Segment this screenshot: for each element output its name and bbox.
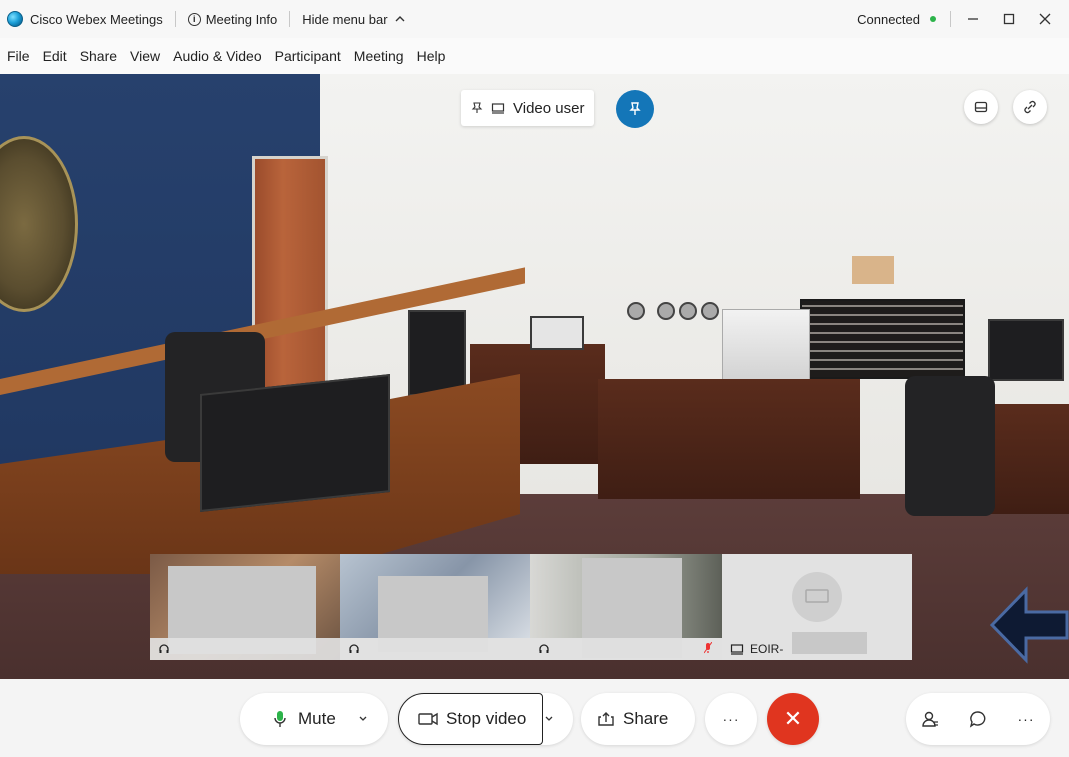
info-icon: i bbox=[187, 12, 201, 26]
left-arrow-annotation bbox=[990, 586, 1069, 664]
focus-outline bbox=[398, 693, 543, 745]
device-icon bbox=[730, 644, 744, 655]
close-icon bbox=[1039, 13, 1051, 25]
connection-status-dot bbox=[930, 16, 936, 22]
close-button[interactable] bbox=[1027, 0, 1063, 38]
menu-audio-video[interactable]: Audio & Video bbox=[173, 48, 261, 64]
share-label: Share bbox=[623, 709, 669, 728]
meeting-info-button[interactable]: i Meeting Info bbox=[187, 11, 278, 27]
more-panels-button[interactable]: ··· bbox=[1002, 711, 1050, 727]
device-avatar bbox=[792, 572, 842, 622]
monitor-image bbox=[200, 374, 390, 512]
active-speaker-name: Video user bbox=[513, 99, 585, 117]
maximize-icon bbox=[1003, 13, 1015, 25]
participant-label bbox=[530, 638, 722, 660]
participant-tile[interactable]: EOIR- bbox=[722, 554, 912, 660]
title-separator bbox=[289, 11, 291, 27]
participants-icon bbox=[922, 711, 938, 727]
end-meeting-button[interactable]: ✕ bbox=[767, 693, 819, 745]
app-title: Cisco Webex Meetings bbox=[30, 11, 163, 27]
monitor-image bbox=[530, 316, 584, 350]
meeting-info-label: Meeting Info bbox=[205, 11, 278, 27]
hide-menu-bar-button[interactable]: Hide menu bar bbox=[302, 12, 405, 27]
muted-mic-icon bbox=[703, 641, 713, 657]
device-icon bbox=[491, 102, 505, 114]
participant-label bbox=[150, 638, 340, 660]
menu-meeting[interactable]: Meeting bbox=[354, 48, 404, 64]
participant-tile[interactable] bbox=[340, 554, 530, 660]
more-options-button[interactable]: ··· bbox=[705, 693, 757, 745]
title-separator bbox=[950, 11, 951, 27]
menu-share[interactable]: Share bbox=[80, 48, 117, 64]
menu-view[interactable]: View bbox=[130, 48, 160, 64]
share-button[interactable]: Share bbox=[581, 693, 695, 745]
chevron-up-icon bbox=[395, 16, 405, 22]
more-icon: ··· bbox=[722, 711, 740, 727]
menu-help[interactable]: Help bbox=[417, 48, 446, 64]
title-bar: Cisco Webex Meetings i Meeting Info Hide… bbox=[0, 0, 1069, 38]
layout-button[interactable] bbox=[964, 90, 998, 124]
headset-icon bbox=[349, 644, 359, 653]
hide-menu-bar-label: Hide menu bar bbox=[302, 11, 388, 27]
more-icon: ··· bbox=[1017, 711, 1035, 727]
main-video-stage[interactable]: Video user EOIR- bbox=[0, 74, 1069, 679]
maximize-button[interactable] bbox=[991, 0, 1027, 38]
panels-group: ··· bbox=[906, 693, 1050, 745]
share-icon bbox=[598, 712, 614, 726]
participant-filmstrip: EOIR- bbox=[150, 554, 912, 660]
minimize-button[interactable] bbox=[955, 0, 991, 38]
meeting-controls-bar: Mute Stop video Share ··· ✕ ··· bbox=[0, 679, 1069, 757]
participant-tile[interactable] bbox=[150, 554, 340, 660]
printer-image bbox=[722, 309, 810, 389]
chat-button[interactable] bbox=[954, 710, 1002, 728]
close-icon: ✕ bbox=[783, 706, 803, 731]
connection-status: Connected bbox=[857, 11, 920, 27]
link-icon bbox=[1024, 100, 1036, 114]
participant-label bbox=[340, 638, 530, 660]
pin-icon bbox=[629, 102, 641, 115]
monitor-image bbox=[988, 319, 1064, 381]
menu-bar: File Edit Share View Audio & Video Parti… bbox=[0, 38, 1069, 74]
headsets-image bbox=[627, 302, 719, 320]
participant-tile[interactable] bbox=[530, 554, 722, 660]
pin-button[interactable] bbox=[616, 90, 654, 128]
chair-image bbox=[905, 376, 995, 516]
participants-button[interactable] bbox=[906, 710, 954, 728]
pin-outline-icon bbox=[471, 102, 483, 114]
device-icon bbox=[805, 589, 829, 603]
mute-label: Mute bbox=[298, 709, 336, 728]
chevron-down-icon[interactable] bbox=[358, 715, 368, 723]
mute-button[interactable]: Mute bbox=[240, 693, 388, 745]
menu-participant[interactable]: Participant bbox=[275, 48, 341, 64]
participant-name: EOIR- bbox=[750, 642, 784, 656]
title-separator bbox=[174, 11, 176, 27]
layout-icon bbox=[974, 101, 988, 113]
wall-sign-image bbox=[852, 256, 894, 284]
participant-label: EOIR- bbox=[722, 638, 912, 660]
mail-sorter-image bbox=[800, 299, 965, 379]
menu-edit[interactable]: Edit bbox=[43, 48, 67, 64]
webex-logo-icon bbox=[7, 11, 23, 27]
menu-file[interactable]: File bbox=[7, 48, 30, 64]
chevron-down-icon[interactable] bbox=[544, 715, 554, 723]
headset-icon bbox=[539, 644, 549, 653]
active-speaker-label[interactable]: Video user bbox=[461, 90, 595, 126]
headset-icon bbox=[159, 644, 169, 653]
minimize-icon bbox=[968, 18, 978, 20]
monitor-image bbox=[408, 310, 466, 396]
chat-icon bbox=[969, 711, 986, 728]
microphone-icon bbox=[274, 711, 286, 727]
desk-cabinet-image bbox=[598, 379, 860, 499]
pop-out-button[interactable] bbox=[1013, 90, 1047, 124]
